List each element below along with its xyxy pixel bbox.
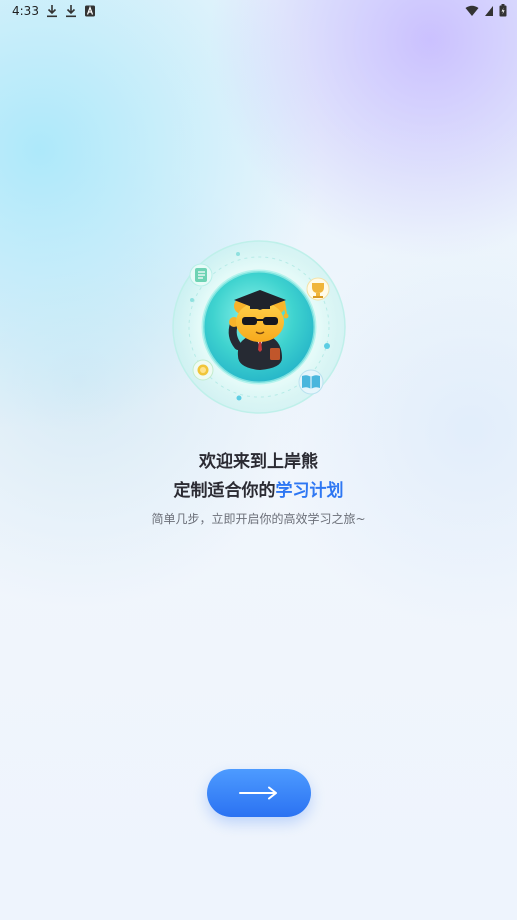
next-button[interactable] xyxy=(207,769,311,817)
battery-icon xyxy=(499,4,507,17)
notification-a-icon xyxy=(85,5,95,17)
status-time: 4:33 xyxy=(12,4,39,18)
download-icon xyxy=(66,5,76,18)
plan-title-prefix: 定制适合你的 xyxy=(173,481,276,501)
trophy-icon xyxy=(306,277,330,301)
book-icon xyxy=(298,369,324,395)
hero-illustration xyxy=(172,240,346,414)
welcome-subtitle: 简单几步，立即开启你的高效学习之旅~ xyxy=(151,512,366,526)
arrow-right-icon xyxy=(239,786,277,800)
plan-title: 定制适合你的学习计划 xyxy=(0,476,517,501)
welcome-title: 欢迎来到上岸熊 xyxy=(199,452,318,472)
plan-title-highlight: 学习计划 xyxy=(275,481,344,501)
notebook-icon xyxy=(189,263,213,287)
coin-icon xyxy=(192,359,214,381)
wifi-icon xyxy=(465,5,479,16)
signal-icon xyxy=(485,5,493,16)
status-bar: 4:33 xyxy=(0,0,517,24)
download-icon xyxy=(47,5,57,18)
